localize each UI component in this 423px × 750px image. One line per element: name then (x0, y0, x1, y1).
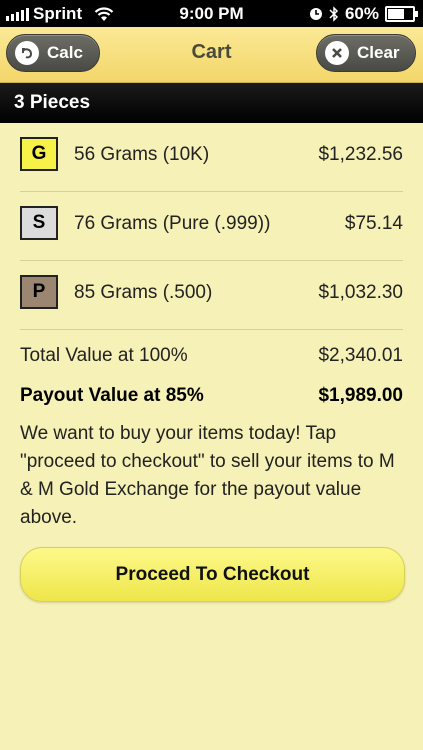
gold-badge: G (20, 137, 58, 171)
section-header: 3 Pieces (0, 83, 423, 123)
bluetooth-icon (329, 6, 339, 22)
cart-item[interactable]: P 85 Grams (.500) $1,032.30 (20, 261, 403, 330)
proceed-to-checkout-button[interactable]: Proceed To Checkout (20, 547, 405, 602)
total-value-amount: $2,340.01 (318, 345, 403, 366)
item-price: $1,032.30 (318, 282, 403, 303)
payout-value-label: Payout Value at 85% (20, 385, 204, 406)
item-price: $75.14 (344, 213, 403, 234)
cart-item[interactable]: S 76 Grams (Pure (.999)) $75.14 (20, 192, 403, 261)
status-right: 60% (309, 4, 418, 24)
platinum-badge: P (20, 275, 58, 309)
clear-button-label: Clear (357, 43, 400, 62)
item-price: $1,232.56 (318, 144, 403, 165)
cart-item[interactable]: G 56 Grams (10K) $1,232.56 (20, 123, 403, 192)
battery-percent: 60% (344, 4, 379, 23)
status-bar: Sprint 9:00 PM 60% (0, 0, 423, 27)
close-icon (325, 41, 349, 65)
item-description: 56 Grams (10K) (74, 144, 210, 165)
clear-button[interactable]: Clear (316, 34, 416, 72)
clock-icon (309, 8, 322, 20)
screen: Sprint 9:00 PM 60% Calc Cart Clear 3 Pie… (0, 0, 423, 750)
total-value-label: Total Value at 100% (20, 345, 188, 366)
battery-icon (385, 6, 418, 22)
battery-fill (388, 9, 404, 19)
silver-badge: S (20, 206, 58, 240)
payout-value-amount: $1,989.00 (318, 385, 403, 406)
item-description: 85 Grams (.500) (74, 282, 213, 303)
checkout-message: We want to buy your items today! Tap "pr… (20, 423, 395, 528)
nav-bar: Calc Cart Clear (0, 27, 423, 83)
item-description: 76 Grams (Pure (.999)) (74, 213, 271, 234)
